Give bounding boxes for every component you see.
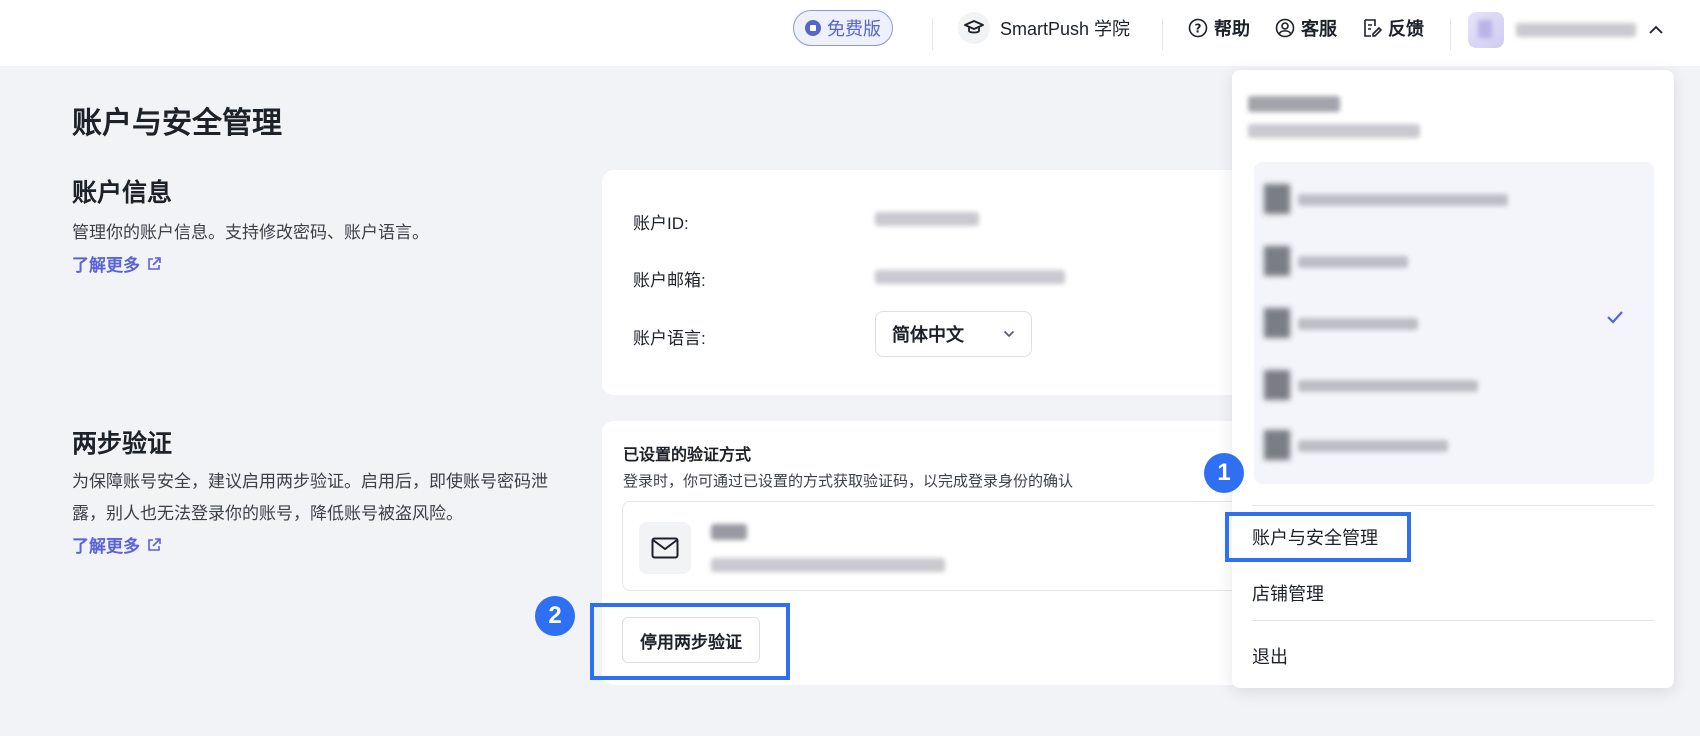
email-method-item	[622, 501, 1242, 591]
dropdown-divider	[1252, 620, 1654, 621]
method-name-redacted	[711, 524, 747, 540]
account-learn-more-link[interactable]: 了解更多	[72, 251, 162, 276]
configured-methods-title: 已设置的验证方式	[623, 447, 752, 464]
dropdown-user-email-redacted	[1248, 124, 1420, 138]
external-link-icon	[148, 256, 161, 270]
academy-link[interactable]: SmartPush 学院	[958, 12, 1130, 44]
chevron-down-icon	[1003, 330, 1015, 338]
configured-methods-desc: 登录时，你可通过已设置的方式获取验证码，以完成登录身份的确认	[623, 473, 1074, 490]
top-divider	[1450, 18, 1451, 50]
help-link[interactable]: ? 帮助	[1188, 14, 1250, 42]
account-email-redacted	[875, 270, 1065, 284]
account-info-title: 账户信息	[72, 179, 173, 207]
language-select[interactable]: 简体中文	[875, 311, 1032, 357]
store-item[interactable]	[1264, 358, 1644, 404]
account-id-label: 账户ID:	[633, 214, 689, 233]
highlight-box-1	[1225, 512, 1411, 562]
academy-label: SmartPush 学院	[1000, 19, 1131, 39]
step-marker-2: 2	[535, 596, 575, 636]
help-label: 帮助	[1214, 19, 1250, 39]
dropdown-user-name-redacted	[1248, 96, 1340, 112]
two-step-desc: 为保障账号安全，建议启用两步验证。启用后，即使账号密码泄露，别人也无法登录你的账…	[72, 472, 548, 523]
menu-item-store-management[interactable]: 店铺管理	[1252, 580, 1324, 606]
top-divider	[1162, 18, 1163, 50]
learn-more-label: 了解更多	[72, 256, 140, 275]
account-id-redacted	[875, 212, 979, 226]
edit-icon	[1364, 19, 1382, 37]
avatar	[1468, 12, 1504, 48]
user-icon	[1275, 18, 1295, 38]
dropdown-divider	[1252, 505, 1654, 506]
store-list	[1254, 162, 1654, 484]
menu-item-logout[interactable]: 退出	[1252, 643, 1288, 669]
store-item[interactable]	[1264, 296, 1644, 342]
top-divider	[932, 18, 933, 50]
plan-badge[interactable]: 免费版	[793, 10, 893, 46]
chevron-up-icon	[1649, 25, 1663, 34]
two-step-title: 两步验证	[72, 430, 173, 458]
feedback-link[interactable]: 反馈	[1362, 14, 1424, 42]
account-info-desc: 管理你的账户信息。支持修改密码、账户语言。	[72, 223, 429, 242]
two-step-learn-more-link[interactable]: 了解更多	[72, 532, 162, 557]
svg-text:?: ?	[1195, 22, 1202, 36]
account-email-label: 账户邮箱:	[633, 271, 706, 290]
external-link-icon	[148, 537, 161, 551]
store-item[interactable]	[1264, 418, 1644, 464]
support-label: 客服	[1301, 19, 1337, 39]
plan-icon	[805, 20, 821, 36]
method-email-redacted	[711, 558, 945, 572]
support-link[interactable]: 客服	[1275, 14, 1337, 42]
step-marker-1: 1	[1204, 453, 1244, 493]
plan-badge-label: 免费版	[827, 19, 881, 39]
user-name-redacted	[1516, 23, 1636, 37]
highlight-box-2	[590, 603, 790, 680]
language-value: 简体中文	[892, 325, 964, 345]
store-item[interactable]	[1264, 234, 1644, 280]
learn-more-label: 了解更多	[72, 537, 140, 556]
feedback-label: 反馈	[1388, 19, 1424, 39]
top-bar: 免费版 SmartPush 学院 ? 帮助 客服 反馈	[0, 0, 1700, 66]
user-menu-trigger[interactable]	[1468, 10, 1664, 50]
check-icon	[1607, 311, 1623, 324]
page-title: 账户与安全管理	[72, 107, 282, 140]
graduation-cap-icon	[958, 12, 990, 44]
account-language-label: 账户语言:	[633, 329, 706, 348]
store-item[interactable]	[1264, 172, 1644, 218]
mail-icon	[639, 522, 691, 574]
help-icon: ?	[1188, 18, 1208, 38]
